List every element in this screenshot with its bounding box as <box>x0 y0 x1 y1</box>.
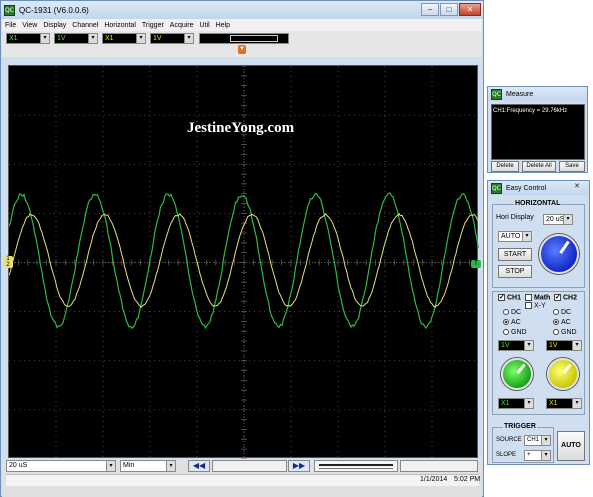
stop-button[interactable]: STOP <box>498 265 532 278</box>
menu-view[interactable]: View <box>19 22 40 29</box>
easy-title: Easy Control <box>506 185 546 192</box>
easy-close-button[interactable]: ✕ <box>568 182 586 193</box>
minimize-button[interactable]: – <box>421 3 439 16</box>
ch1-volt-select[interactable]: 1V ▾ <box>54 33 98 44</box>
app-icon: QC <box>4 5 15 16</box>
menu-channel[interactable]: Channel <box>69 22 101 29</box>
ch1-knob-pointer <box>516 364 525 374</box>
oscilloscope-screen[interactable]: JestineYong.com 12 T <box>8 65 478 458</box>
ch2-coupling-dc[interactable]: DC <box>553 309 571 316</box>
menu-trigger[interactable]: Trigger <box>139 22 167 29</box>
bottom-bar: 20 uS ▾ Min ▾ ◀◀ ▶▶ 1/1/2014 5:02 PM <box>2 459 482 497</box>
close-button[interactable]: ✕ <box>459 3 481 16</box>
horizontal-heading: HORIZONTAL <box>514 200 561 207</box>
main-title: QC-1931 (V6.0.0.6) <box>19 6 89 15</box>
ch2-knob-pointer <box>562 364 571 374</box>
ch1-coupling-ac[interactable]: AC <box>503 319 521 326</box>
start-button[interactable]: START <box>498 248 532 261</box>
ch2-checkbox[interactable]: ✓ CH2 <box>554 294 577 301</box>
main-titlebar[interactable]: QC QC-1931 (V6.0.0.6) <box>1 1 483 19</box>
measure-save-button[interactable]: Save <box>559 161 585 172</box>
status-strip <box>6 474 479 486</box>
ch1-volts-knob[interactable] <box>501 358 533 390</box>
position-slider[interactable] <box>314 460 398 472</box>
math-checkbox[interactable]: Math <box>525 294 550 301</box>
acquire-mode-select[interactable]: Min ▾ <box>120 460 176 472</box>
position-track <box>212 460 287 472</box>
menu-display[interactable]: Display <box>40 22 69 29</box>
ch2-coupling-ac[interactable]: AC <box>553 319 571 326</box>
source-label: SOURCE <box>496 437 522 443</box>
timebase-knob-pointer <box>559 241 569 254</box>
easy-app-icon: QC <box>491 183 502 194</box>
menubar: File View Display Channel Horizontal Tri… <box>2 19 482 31</box>
measure-app-icon: QC <box>491 89 502 100</box>
trigger-slope-select[interactable]: + ▾ <box>524 450 551 461</box>
measure-output: CH1:Frequency = 29.76kHz <box>491 104 585 160</box>
ch1-probe-select-panel[interactable]: X1 ▾ <box>498 398 534 409</box>
ch2-volt-select[interactable]: 1V ▾ <box>150 33 194 44</box>
menu-file[interactable]: File <box>2 22 19 29</box>
memory-position-bar[interactable] <box>199 33 289 44</box>
timebase-knob[interactable] <box>539 234 579 274</box>
menu-horizontal[interactable]: Horizontal <box>101 22 139 29</box>
scroll-left-button[interactable]: ◀◀ <box>188 460 210 472</box>
trigger-position-marker[interactable]: ▼ <box>238 45 246 54</box>
watermark: JestineYong.com <box>187 120 294 137</box>
status-time: 5:02 PM <box>454 476 480 483</box>
scroll-right-button[interactable]: ▶▶ <box>288 460 310 472</box>
slider-track <box>319 464 393 466</box>
hori-display-label: Hori Display <box>496 214 534 221</box>
trigger-source-select[interactable]: CH1 ▾ <box>524 435 551 446</box>
hori-display-select[interactable]: 20 uS ▾ <box>543 214 573 225</box>
auto-setup-button[interactable]: AUTO <box>557 431 585 461</box>
measure-delete-button[interactable]: Delete <box>491 161 519 172</box>
xy-checkbox[interactable]: X-Y <box>525 302 546 309</box>
ch1-volts-select[interactable]: 1V ▾ <box>498 340 534 351</box>
measure-delete-all-button[interactable]: Delete All <box>522 161 556 172</box>
track-end <box>400 460 478 472</box>
slider-track-2 <box>319 468 393 469</box>
measure-titlebar[interactable]: QC Measure <box>488 87 587 101</box>
ch1-coupling-gnd[interactable]: GND <box>503 329 527 336</box>
menu-util[interactable]: Util <box>197 22 213 29</box>
ch1-checkbox[interactable]: ✓ CH1 <box>498 294 521 301</box>
trigger-heading: TRIGGER <box>503 423 537 430</box>
toolbar: X1 ▾ 1V ▾ X1 ▾ 1V ▾ ▼ <box>2 31 482 57</box>
measure-window: QC Measure CH1:Frequency = 29.76kHz Dele… <box>487 86 588 173</box>
auto-mode-select[interactable]: AUTO ▾ <box>498 231 532 242</box>
menu-acquire[interactable]: Acquire <box>167 22 197 29</box>
ch1-ground-marker[interactable]: 12 <box>3 256 13 268</box>
trigger-level-marker[interactable]: T <box>471 260 481 268</box>
memory-window-indicator <box>230 35 278 42</box>
easy-control-window: QC Easy Control ✕ HORIZONTAL Hori Displa… <box>487 180 590 465</box>
timebase-select[interactable]: 20 uS ▾ <box>6 460 116 472</box>
status-date: 1/1/2014 <box>420 476 447 483</box>
measure-readout: CH1:Frequency = 29.76kHz <box>493 108 567 114</box>
ch2-probe-select-panel[interactable]: X1 ▾ <box>546 398 582 409</box>
main-window: QC QC-1931 (V6.0.0.6) – □ ✕ File View Di… <box>0 0 484 497</box>
ch1-probe-select[interactable]: X1 ▾ <box>6 33 50 44</box>
ch2-probe-select[interactable]: X1 ▾ <box>102 33 146 44</box>
maximize-button[interactable]: □ <box>440 3 458 16</box>
ch1-coupling-dc[interactable]: DC <box>503 309 521 316</box>
measure-title: Measure <box>506 91 533 98</box>
slope-label: SLOPE <box>496 452 516 458</box>
ch2-volts-select[interactable]: 1V ▾ <box>546 340 582 351</box>
ch2-volts-knob[interactable] <box>547 358 579 390</box>
menu-help[interactable]: Help <box>213 22 233 29</box>
ch2-coupling-gnd[interactable]: GND <box>553 329 577 336</box>
